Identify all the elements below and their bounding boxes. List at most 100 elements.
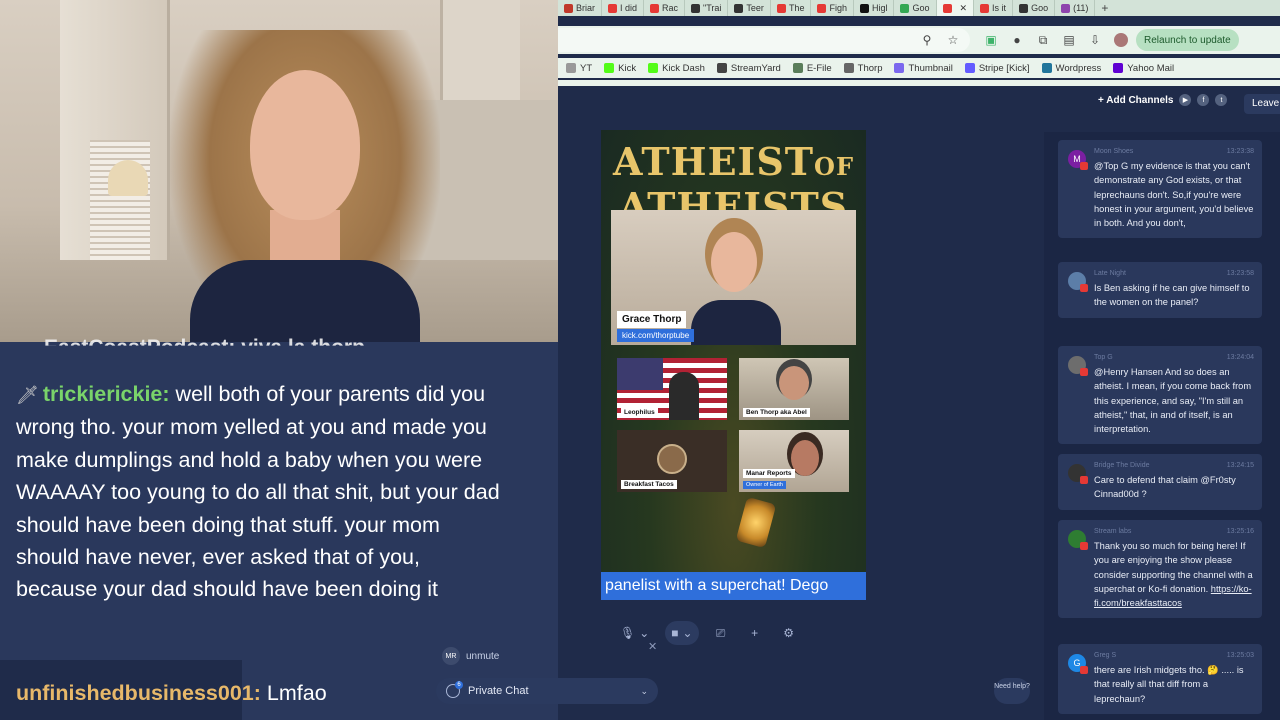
bookmark-item[interactable]: Thorp bbox=[843, 63, 882, 74]
bookmark-label: Kick Dash bbox=[662, 62, 705, 74]
chat-username[interactable]: Moon Shoes bbox=[1094, 148, 1133, 155]
browser-tab[interactable]: (11) bbox=[1055, 0, 1096, 16]
bookmark-item[interactable]: Kick Dash bbox=[648, 63, 705, 74]
guest-name-3: Breakfast Tacos bbox=[621, 480, 677, 489]
bookmark-label: Kick bbox=[618, 62, 637, 74]
camera-button[interactable]: ■ ⌄ bbox=[665, 621, 699, 645]
bookmark-item[interactable]: YT bbox=[566, 63, 592, 74]
overlay-chat-text-2: Lmfao bbox=[260, 681, 327, 705]
new-tab-icon[interactable]: + bbox=[1095, 1, 1114, 15]
tab-favicon-icon bbox=[942, 3, 952, 13]
need-help-button[interactable]: Need help? bbox=[994, 678, 1030, 704]
browser-tab[interactable]: Goo bbox=[894, 0, 937, 16]
tab-favicon-icon bbox=[608, 3, 618, 13]
bookmark-item[interactable]: Kick bbox=[604, 63, 636, 74]
profile-avatar-icon[interactable] bbox=[1114, 33, 1128, 47]
record-icon[interactable]: ● bbox=[1010, 33, 1024, 47]
chevron-down-icon[interactable]: ⌄ bbox=[639, 626, 649, 640]
guest-name-4: Manar Reports bbox=[743, 469, 795, 478]
bookmark-favicon-icon bbox=[843, 63, 854, 73]
browser-tab[interactable]: Higl bbox=[854, 0, 895, 16]
tab-label: I did bbox=[620, 3, 638, 13]
chat-username[interactable]: Late Night bbox=[1094, 270, 1126, 277]
host-link-tag: kick.com/thorptube bbox=[617, 329, 695, 342]
guest-tile-2[interactable]: Ben Thorp aka Abel bbox=[739, 358, 849, 420]
platform-badge-icon bbox=[1080, 476, 1088, 484]
unmute-request[interactable]: MR unmute bbox=[436, 644, 660, 668]
bookmark-item[interactable]: Yahoo Mail bbox=[1113, 63, 1174, 74]
add-channels-button[interactable]: + Add Channels bbox=[1098, 95, 1173, 106]
guest-tile-1[interactable]: Leophilus bbox=[617, 358, 727, 420]
relaunch-button[interactable]: Relaunch to update bbox=[1136, 29, 1239, 51]
address-bar[interactable]: ⚲ ☆ bbox=[558, 28, 970, 52]
platform-badge-icon bbox=[1080, 162, 1088, 170]
browser-tab[interactable]: Is it bbox=[974, 0, 1014, 16]
twitch-icon[interactable]: t bbox=[1215, 94, 1228, 106]
zoom-icon[interactable]: ⚲ bbox=[920, 33, 934, 47]
chat-username[interactable]: Stream labs bbox=[1094, 528, 1131, 535]
chat-bubble-icon: 6 bbox=[446, 681, 463, 698]
stage-title-of: OF bbox=[814, 152, 854, 181]
browser-tab[interactable]: Teer bbox=[728, 0, 771, 16]
screen: Briar I did Rac "Trai Teer The Figh Higl Goo ✕ Is … bbox=[0, 0, 1280, 720]
bookmark-item[interactable]: Thumbnail bbox=[894, 63, 953, 74]
chat-username[interactable]: Top G bbox=[1094, 354, 1113, 361]
broadcast-stage: ATHEISTOF ATHEISTS Grace Thorp kick.com/t… bbox=[601, 130, 866, 600]
browser-tab[interactable]: ✕ bbox=[936, 0, 975, 16]
youtube-icon[interactable]: ▶ bbox=[1179, 94, 1192, 106]
tab-label: Briar bbox=[576, 3, 596, 13]
chat-username[interactable]: Greg S bbox=[1094, 652, 1116, 659]
tab-label: Higl bbox=[871, 3, 888, 13]
share-screen-button[interactable]: ⎚ bbox=[709, 621, 733, 645]
puzzle-icon[interactable]: ⧉ bbox=[1036, 33, 1050, 47]
bookmark-label: YT bbox=[580, 62, 593, 74]
facebook-icon[interactable]: f bbox=[1197, 94, 1210, 106]
guest-tile-3[interactable]: Breakfast Tacos bbox=[617, 430, 727, 492]
add-button[interactable]: + bbox=[743, 621, 767, 645]
chat-message: Late Night 13:23:58 Is Ben asking if he ca… bbox=[1058, 262, 1262, 318]
chat-text: Is Ben asking if he can give himself to … bbox=[1094, 281, 1254, 310]
chat-message-header: Late Night 13:23:58 bbox=[1094, 270, 1254, 277]
channel-actions: + Add Channels ▶ f t bbox=[1098, 94, 1228, 106]
bookmark-star-icon[interactable]: ☆ bbox=[946, 33, 960, 47]
bookmark-favicon-icon bbox=[648, 63, 659, 73]
extension-icon[interactable]: ▣ bbox=[984, 33, 998, 47]
browser-tab[interactable]: I did bbox=[602, 0, 645, 16]
bookmark-item[interactable]: StreamYard bbox=[716, 63, 781, 74]
unread-badge: 6 bbox=[455, 681, 463, 689]
tab-favicon-icon bbox=[564, 3, 573, 13]
overlay-chat-text: well both of your parents did you wrong … bbox=[16, 382, 500, 602]
sidepanel-icon[interactable]: ▤ bbox=[1062, 33, 1076, 47]
browser-tab[interactable]: Briar bbox=[558, 0, 603, 16]
settings-button[interactable]: ⚙ bbox=[777, 621, 801, 645]
close-icon[interactable]: ✕ bbox=[648, 640, 657, 653]
bookmark-item[interactable]: Stripe [Kick] bbox=[964, 63, 1030, 74]
chat-username[interactable]: Bridge The Divide bbox=[1094, 462, 1150, 469]
downloads-icon[interactable]: ⇩ bbox=[1088, 33, 1102, 47]
browser-tab[interactable]: "Trai bbox=[685, 0, 729, 16]
guest-tile-4[interactable]: Manar Reports Owner of Earth bbox=[739, 430, 849, 492]
private-chat-button[interactable]: 6 Private Chat ⌄ bbox=[436, 678, 658, 704]
browser-tab[interactable]: Rac bbox=[644, 0, 686, 16]
bookmark-item[interactable]: E-File bbox=[792, 62, 832, 74]
share-screen-icon: ⎚ bbox=[715, 625, 726, 640]
close-icon[interactable]: ✕ bbox=[960, 3, 968, 14]
bookmark-item[interactable]: Wordpress bbox=[1041, 63, 1101, 74]
leave-button[interactable]: Leave bbox=[1244, 94, 1280, 114]
platform-badge-icon bbox=[1080, 284, 1088, 292]
bookmark-label: E-File bbox=[806, 62, 832, 74]
chevron-down-icon[interactable]: ⌄ bbox=[683, 626, 693, 640]
browser-tab[interactable]: Goo bbox=[1013, 0, 1056, 16]
chat-timestamp: 13:25:03 bbox=[1226, 652, 1254, 659]
overlay-chat-message-2: unfinishedbusiness001: Lmfao bbox=[16, 681, 327, 706]
chat-message: Top G 13:24:04 @Henry Hansen And so does a… bbox=[1058, 346, 1262, 445]
chat-timestamp: 13:23:58 bbox=[1226, 270, 1254, 277]
camera-icon: ■ bbox=[671, 626, 679, 640]
browser-tab[interactable]: The bbox=[771, 0, 812, 16]
tab-label: Is it bbox=[992, 3, 1007, 13]
overlay-chat-username: trickierickie: bbox=[42, 382, 170, 406]
chevron-down-icon[interactable]: ⌄ bbox=[640, 686, 648, 697]
browser-tab[interactable]: Figh bbox=[811, 0, 854, 16]
toolbar-spacer bbox=[558, 80, 1280, 86]
studio-controls: 🎙 ⌄ ■ ⌄ ⎚ + ⚙ bbox=[614, 620, 801, 646]
